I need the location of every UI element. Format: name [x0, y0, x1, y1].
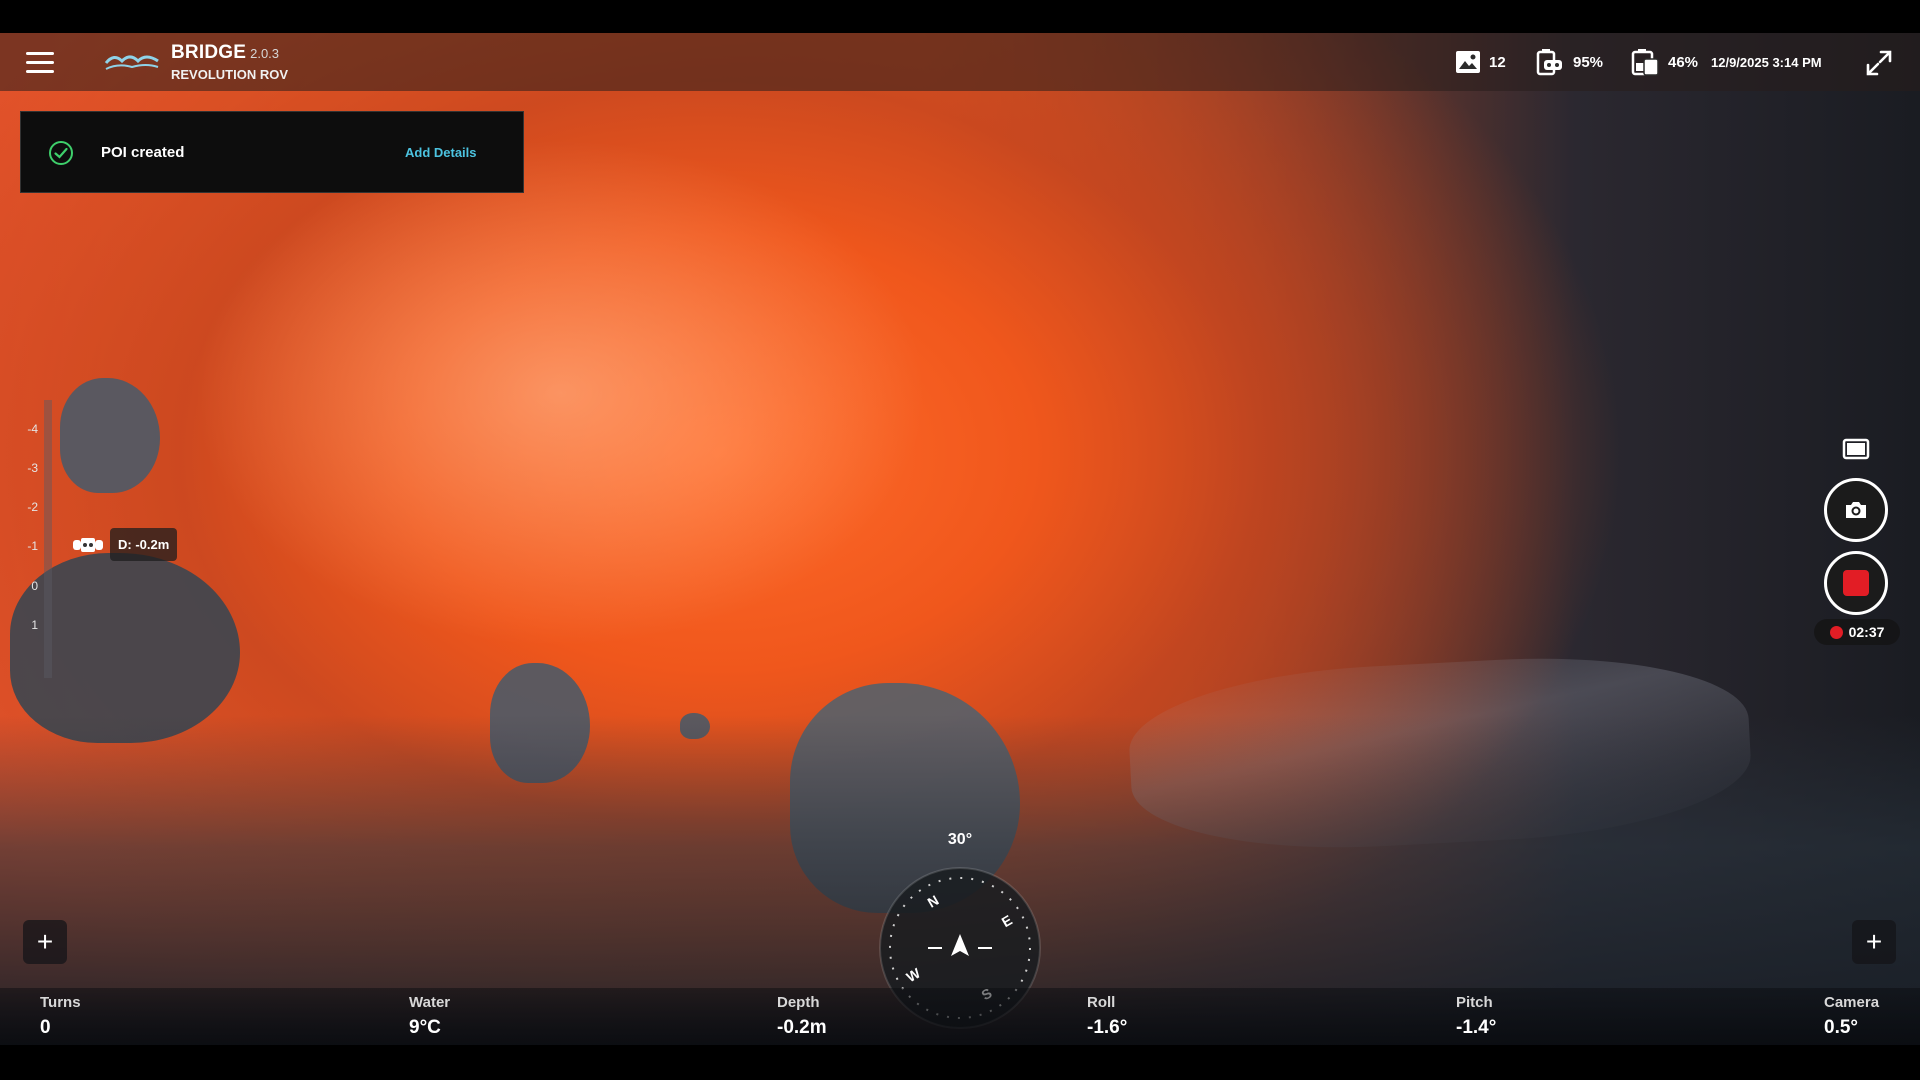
depth-tick: 1: [31, 618, 38, 632]
plus-icon: +: [36, 926, 54, 957]
toast-message: POI created: [101, 144, 185, 161]
compass-heading: 30°: [947, 831, 973, 848]
telemetry-bar: Turns 0 Water 9°C Depth -0.2m Roll -1.6°…: [0, 988, 1920, 1045]
telemetry-label: Depth: [777, 994, 820, 1011]
check-circle-icon: [49, 141, 73, 165]
app-name: BRIDGE: [171, 42, 247, 63]
stop-recording-button[interactable]: [1824, 551, 1888, 615]
take-photo-button[interactable]: [1824, 478, 1888, 542]
depth-tick: -1: [27, 539, 38, 553]
tablet-battery-status: 46%: [1630, 48, 1698, 76]
camera-icon: [1846, 502, 1866, 518]
depth-marker-label: D: -0.2m: [110, 528, 178, 561]
add-details-button[interactable]: Add Details: [405, 145, 477, 160]
rust-patch: [60, 378, 160, 493]
tablet-battery-icon: [1631, 49, 1659, 76]
brand: BRIDGE 2.0.3 REVOLUTION ROV: [171, 42, 288, 82]
photo-count-status[interactable]: 12: [1455, 48, 1506, 76]
rov-battery-icon: [1536, 49, 1562, 76]
telemetry-pitch: Pitch -1.4°: [1456, 994, 1496, 1039]
depth-tick: -4: [27, 422, 38, 436]
recording-dot-icon: [1829, 625, 1843, 639]
rov-battery-status: 95%: [1535, 48, 1603, 76]
add-right-button[interactable]: +: [1852, 920, 1896, 964]
tablet-battery-value: 46%: [1668, 53, 1699, 71]
add-left-button[interactable]: +: [23, 920, 67, 964]
letterbox-bottom: [0, 1045, 1920, 1080]
telemetry-label: Pitch: [1456, 994, 1493, 1011]
depth-scale-bar: [44, 400, 52, 678]
app-version: 2.0.3: [250, 46, 280, 61]
menu-icon[interactable]: [26, 52, 54, 74]
telemetry-label: Turns: [40, 994, 81, 1011]
telemetry-turns: Turns 0: [40, 994, 81, 1039]
telemetry-roll: Roll -1.6°: [1087, 994, 1127, 1039]
depth-marker: D: -0.2m: [72, 528, 178, 561]
bridge-logo: [104, 55, 159, 70]
layout-icon[interactable]: [1842, 438, 1870, 460]
telemetry-value: -0.2m: [777, 1017, 827, 1038]
telemetry-label: Water: [409, 994, 451, 1011]
app-subtitle: REVOLUTION ROV: [171, 67, 289, 82]
depth-tick: -2: [27, 500, 38, 514]
depth-tick: 0: [31, 579, 38, 593]
letterbox-top: [0, 0, 1920, 33]
photo-count: 12: [1489, 53, 1506, 71]
plus-icon: +: [1865, 926, 1883, 957]
rov-icon: [73, 537, 103, 552]
telemetry-label: Roll: [1087, 994, 1116, 1011]
stop-record-icon: [1843, 570, 1869, 596]
datetime: 12/9/2025 3:14 PM: [1711, 54, 1822, 70]
telemetry-label: Camera: [1824, 994, 1880, 1011]
telemetry-depth: Depth -0.2m: [777, 994, 827, 1039]
image-icon: [1456, 51, 1480, 73]
rov-battery-value: 95%: [1573, 53, 1604, 71]
telemetry-value: 9°C: [409, 1017, 441, 1038]
telemetry-value: 0: [40, 1017, 51, 1038]
expand-icon[interactable]: [1865, 49, 1893, 77]
telemetry-value: 0.5°: [1824, 1017, 1859, 1038]
telemetry-value: -1.6°: [1087, 1017, 1128, 1038]
depth-scale: -4 -3 -2 -1 0 1: [27, 400, 56, 678]
depth-tick: -3: [27, 461, 38, 475]
telemetry-value: -1.4°: [1456, 1017, 1497, 1038]
recording-time: 02:37: [1848, 624, 1885, 640]
poi-toast: POI created Add Details: [20, 111, 524, 193]
telemetry-camera: Camera 0.5°: [1824, 994, 1879, 1039]
recording-timer: 02:37: [1814, 619, 1900, 645]
telemetry-water: Water 9°C: [409, 994, 450, 1039]
